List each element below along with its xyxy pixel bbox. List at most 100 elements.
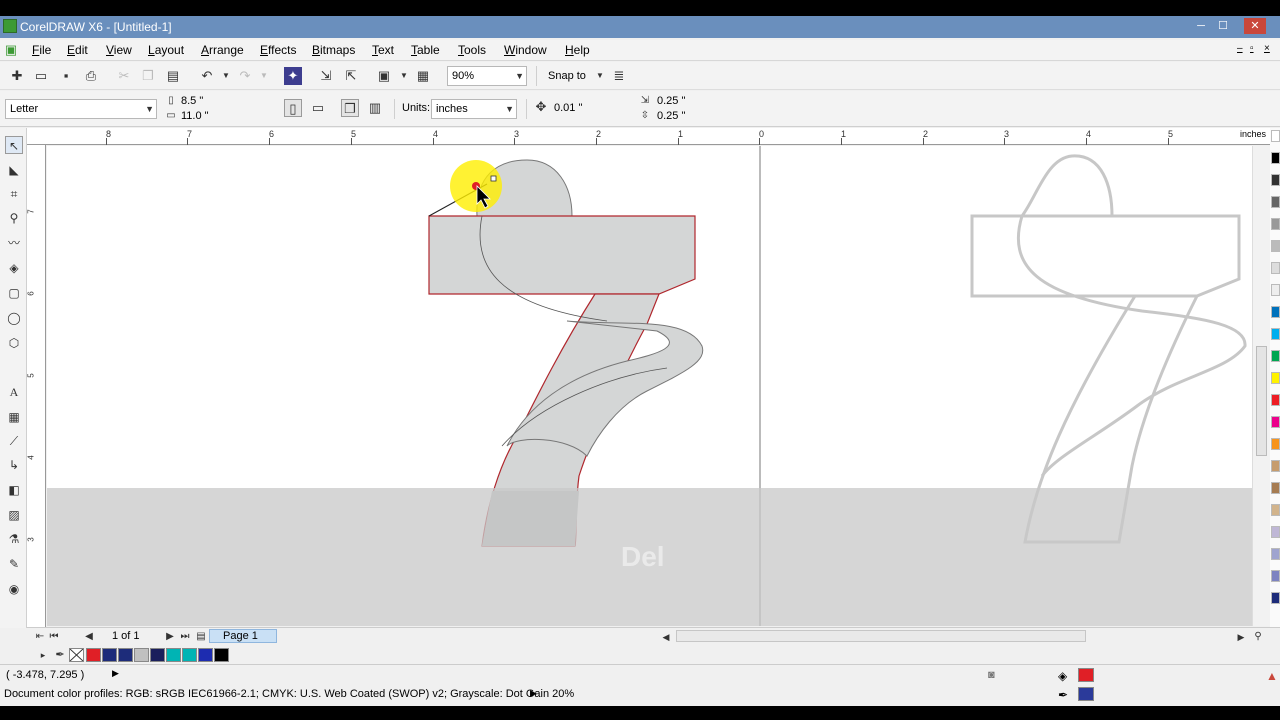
doc-swatch-red[interactable] [86,648,101,662]
zoom-tool-icon[interactable]: ⚲ [5,209,23,227]
vertical-scrollbar[interactable] [1252,146,1270,626]
dimension-tool-icon[interactable]: ⟋ [5,432,23,450]
search-content-icon[interactable]: ✦ [284,67,302,85]
rectangle-tool-icon[interactable]: ▢ [5,284,23,302]
doc-minimize-button[interactable]: – [1237,43,1243,54]
freehand-tool-icon[interactable]: 〰 [5,234,23,252]
snap-to-dropdown-icon[interactable]: ▼ [591,67,609,85]
menu-file[interactable]: File [32,43,51,57]
palette-swatch[interactable] [1271,174,1280,186]
palette-swatch[interactable] [1271,526,1280,538]
text-tool-icon[interactable]: A [5,383,23,401]
shape-tool-icon[interactable]: ◣ [5,161,23,179]
new-document-icon[interactable]: ✚ [8,67,26,85]
palette-swatch[interactable] [1271,196,1280,208]
menu-arrange[interactable]: Arrange [201,43,244,57]
menu-help[interactable]: Help [565,43,590,57]
palette-swatch[interactable] [1271,152,1280,164]
table-tool-icon[interactable]: ▦ [5,408,23,426]
palette-swatch[interactable] [1271,504,1280,516]
palette-swatch[interactable] [1271,328,1280,340]
pick-tool-icon[interactable]: ↖ [5,136,23,154]
menu-tools[interactable]: Tools [458,43,486,57]
interactive-effects-icon[interactable]: ◧ [5,481,23,499]
crop-tool-icon[interactable]: ⌗ [5,185,23,203]
doc-swatch-teal[interactable] [166,648,181,662]
ellipse-tool-icon[interactable]: ◯ [5,309,23,327]
palette-swatch[interactable] [1271,218,1280,230]
profiles-arrow-icon[interactable]: ▶ [530,688,537,699]
doc-close-button[interactable]: × [1264,43,1270,54]
palette-swatch[interactable] [1271,592,1280,604]
coordinates-arrow-icon[interactable]: ▶ [112,668,119,679]
publish-pdf-icon[interactable]: ▣ [375,67,393,85]
palette-options-icon[interactable]: ▸ [34,646,52,664]
palette-swatch[interactable] [1271,130,1280,142]
page-height-field[interactable]: 11.0 " [176,108,264,124]
open-folder-icon[interactable]: ▭ [32,67,50,85]
page-size-combo[interactable]: Letter ▼ [5,99,157,119]
maximize-button[interactable]: ☐ [1214,18,1232,34]
doc-swatch-dark-navy[interactable] [150,648,165,662]
palette-swatch[interactable] [1271,438,1280,450]
eyedropper-icon[interactable]: ✒ [51,646,69,664]
document-color-profiles[interactable]: Document color profiles: RGB: sRGB IEC61… [4,688,574,700]
palette-swatch[interactable] [1271,306,1280,318]
export-icon[interactable]: ⇱ [342,67,360,85]
palette-swatch[interactable] [1271,284,1280,296]
vertical-ruler[interactable]: 7 6 5 4 3 [27,145,46,627]
drawing-canvas[interactable]: Del [47,146,1258,626]
transparency-tool-icon[interactable]: ▨ [5,506,23,524]
palette-swatch[interactable] [1271,416,1280,428]
portrait-icon[interactable]: ▯ [284,99,302,117]
units-combo[interactable]: inches ▼ [431,99,517,119]
palette-swatch[interactable] [1271,570,1280,582]
scrollbar-thumb[interactable] [1256,346,1267,456]
paste-icon[interactable]: ▤ [164,67,182,85]
menu-window[interactable]: Window [504,43,547,57]
doc-restore-button[interactable]: ▫ [1250,43,1254,54]
horizontal-scrollbar[interactable] [676,630,1086,642]
smart-fill-icon[interactable]: ◈ [5,259,23,277]
save-icon[interactable]: ▪ [57,67,75,85]
nudge-distance-field[interactable]: 0.01 " [549,100,619,116]
palette-swatch[interactable] [1271,394,1280,406]
duplicate-distance-y-field[interactable]: 0.25 " [652,108,742,124]
all-pages-icon[interactable]: ❐ [341,99,359,117]
import-icon[interactable]: ⇲ [317,67,335,85]
doc-swatch-black[interactable] [214,648,229,662]
copy-icon[interactable]: ❐ [139,67,157,85]
eyedropper-tool-icon[interactable]: ⚗ [5,530,23,548]
redo-dropdown-icon[interactable]: ▼ [255,67,273,85]
previous-page-icon[interactable]: ◀ [80,628,98,646]
outline-color-swatch[interactable] [1078,687,1094,701]
connector-tool-icon[interactable]: ↳ [5,456,23,474]
page-tab[interactable]: Page 1 [209,629,277,643]
snap-to-button[interactable]: Snap to [548,70,586,82]
minimize-button[interactable]: ─ [1192,18,1210,34]
first-page-button-icon[interactable]: ⏮ [45,628,63,646]
page-width-field[interactable]: 8.5 " [176,93,264,109]
redo-icon[interactable]: ↷ [236,67,254,85]
options-icon[interactable]: ≣ [610,67,628,85]
horizontal-ruler[interactable]: 8 7 6 5 4 3 2 1 0 1 2 3 4 5 inches [27,128,1270,145]
doc-swatch-royal-blue[interactable] [198,648,213,662]
palette-swatch[interactable] [1271,350,1280,362]
menu-effects[interactable]: Effects [260,43,296,57]
scroll-left-icon[interactable]: ◀ [657,628,675,646]
scroll-right-icon[interactable]: ▶ [1232,628,1250,646]
undo-dropdown-icon[interactable]: ▼ [217,67,235,85]
print-icon[interactable]: ⎙ [82,67,100,85]
current-page-icon[interactable]: ▥ [366,99,384,117]
palette-swatch[interactable] [1271,262,1280,274]
menu-bitmaps[interactable]: Bitmaps [312,43,355,57]
menu-view[interactable]: View [106,43,132,57]
doc-swatch-navy[interactable] [102,648,117,662]
application-launcher-icon[interactable]: ▼ [395,67,413,85]
fill-color-swatch[interactable] [1078,668,1094,682]
fill-tool-icon[interactable]: ◉ [5,580,23,598]
palette-swatch[interactable] [1271,240,1280,252]
menu-edit[interactable]: Edit [67,43,88,57]
no-color-swatch[interactable] [69,648,84,662]
polygon-tool-icon[interactable]: ⬡ [5,334,23,352]
